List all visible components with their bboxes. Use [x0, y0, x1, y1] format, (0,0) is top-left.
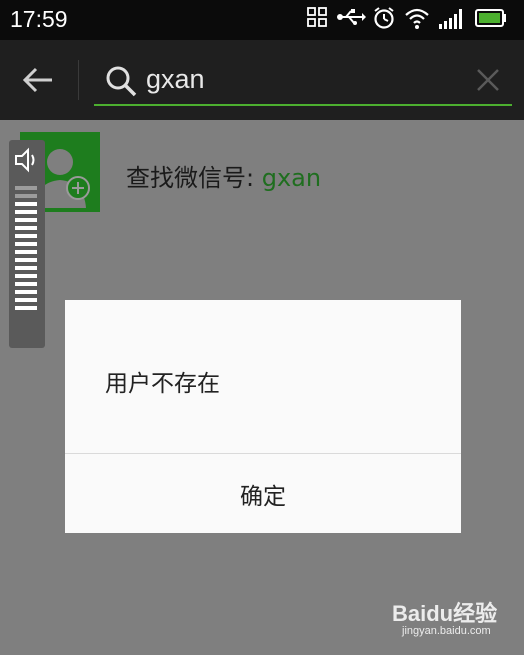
volume-level-bars [15, 186, 39, 314]
search-result-row[interactable]: 查找微信号: gxan [0, 132, 524, 212]
search-toolbar: gxan [0, 40, 524, 120]
volume-bar [15, 250, 37, 254]
watermark-brand: Baidu经验 [392, 601, 498, 626]
status-icons [306, 6, 516, 34]
volume-bar [15, 202, 37, 206]
result-label-prefix: 查找微信号: [126, 164, 262, 192]
grid-icon [306, 6, 328, 32]
status-time: 17:59 [10, 6, 68, 32]
volume-bar [15, 290, 37, 294]
status-bar: 17:59 [0, 0, 524, 40]
wifi-icon [404, 6, 430, 34]
volume-bar [15, 218, 37, 222]
battery-icon [474, 6, 508, 34]
volume-bar [15, 242, 37, 246]
speaker-icon [15, 147, 35, 173]
volume-bar [15, 194, 37, 198]
search-input[interactable]: gxan [146, 64, 205, 95]
volume-bar [15, 306, 37, 310]
usb-icon [336, 6, 366, 32]
dialog-message: 用户不存在 [105, 371, 220, 397]
baidu-watermark: Baidu经验 jingyan.baidu.com [372, 596, 512, 644]
volume-bar [15, 282, 37, 286]
volume-bar [15, 210, 37, 214]
result-label: 查找微信号: gxan [126, 158, 321, 193]
result-keyword: gxan [261, 164, 322, 192]
volume-overlay [9, 140, 45, 348]
back-arrow-icon [22, 67, 52, 93]
search-field[interactable]: gxan [94, 58, 512, 106]
volume-bar [15, 274, 37, 278]
volume-bar [15, 298, 37, 302]
search-icon [104, 64, 138, 98]
back-button[interactable] [16, 60, 60, 100]
volume-bar [15, 266, 37, 270]
volume-bar [15, 186, 37, 190]
watermark-url: jingyan.baidu.com [402, 625, 491, 637]
volume-bar [15, 258, 37, 262]
signal-icon [438, 6, 466, 34]
toolbar-divider [78, 60, 79, 100]
volume-bar [15, 234, 37, 238]
volume-bar [15, 226, 37, 230]
confirm-button[interactable]: 确定 [65, 454, 461, 533]
clear-icon[interactable] [474, 66, 502, 94]
alert-dialog: 用户不存在 确定 [65, 300, 461, 533]
alarm-icon [372, 6, 396, 34]
